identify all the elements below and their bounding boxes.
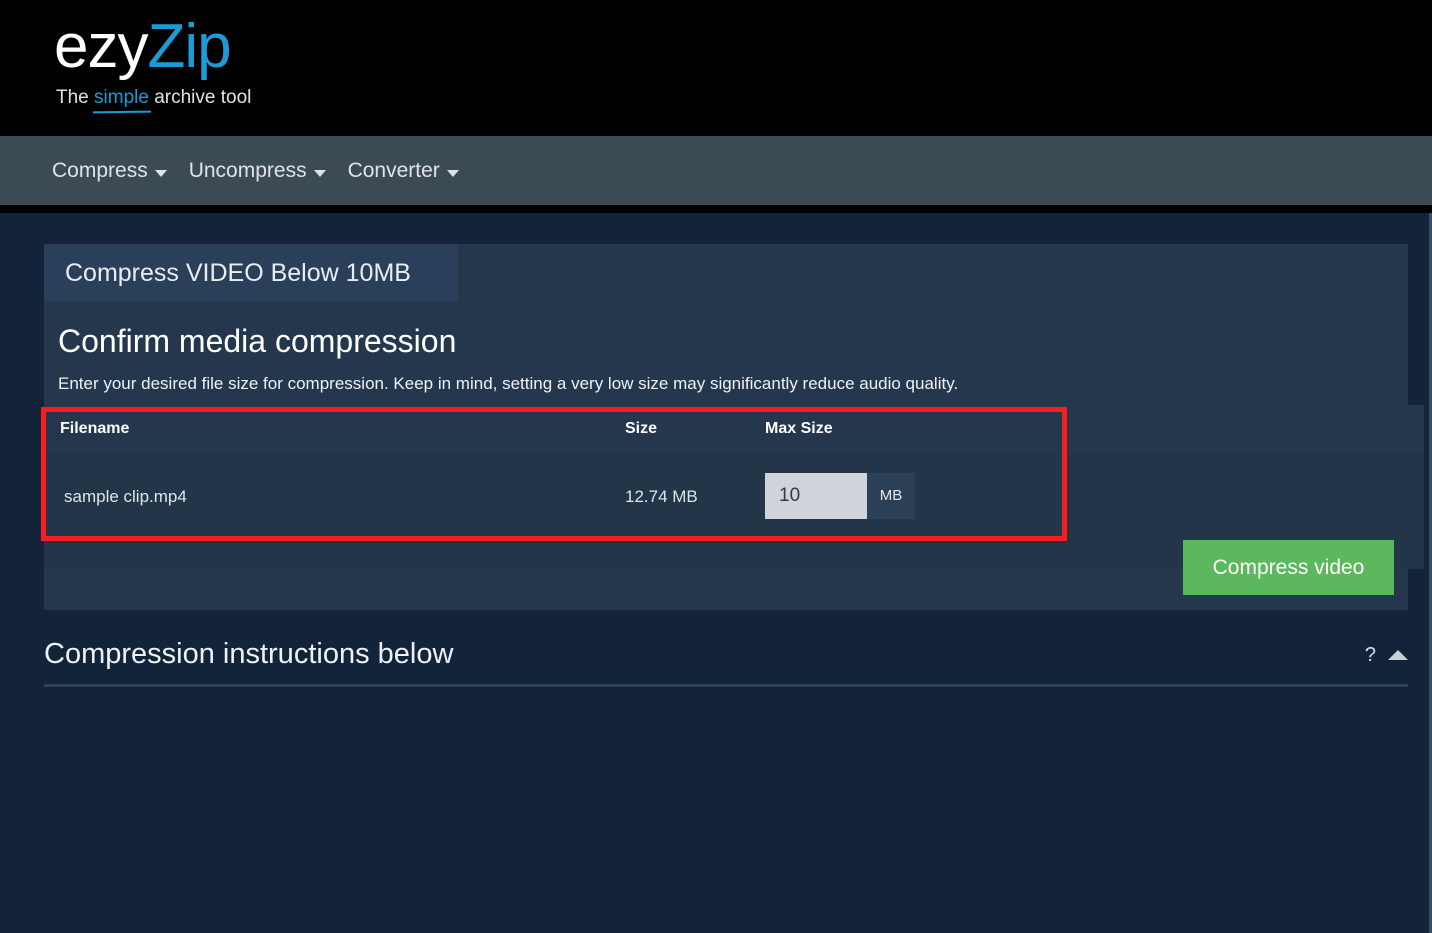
tagline-after: archive tool: [149, 87, 251, 108]
instructions-section: Compression instructions below ?: [44, 636, 1408, 672]
tagline-before: The: [56, 87, 94, 108]
column-header-size: Size: [625, 405, 765, 453]
panel-description: Enter your desired file size for compres…: [58, 373, 1408, 395]
max-size-unit-label: MB: [867, 473, 915, 519]
site-logo[interactable]: ezyZip: [54, 12, 231, 82]
table-row: sample clip.mp4 12.74 MB MB: [44, 453, 1424, 541]
column-header-max-size: Max Size: [765, 405, 1075, 453]
cell-max-size: MB: [765, 453, 1075, 541]
file-table-head: Filename Size Max Size: [44, 405, 1424, 453]
cell-filename: sample clip.mp4: [44, 453, 625, 541]
masthead: ezyZip The simple archive tool: [0, 0, 1432, 136]
caret-up-icon[interactable]: [1388, 650, 1408, 660]
tagline-link[interactable]: simple: [94, 87, 149, 108]
nav-item-compress[interactable]: Compress: [52, 159, 167, 183]
main-navbar: Compress Uncompress Converter: [0, 136, 1432, 205]
compression-panel: Compress VIDEO Below 10MB Confirm media …: [44, 244, 1408, 610]
help-icon[interactable]: ?: [1365, 645, 1376, 665]
panel-tab[interactable]: Compress VIDEO Below 10MB: [44, 244, 458, 301]
compress-video-button[interactable]: Compress video: [1183, 540, 1394, 595]
nav-item-label: Compress: [52, 159, 148, 183]
page-title: Confirm media compression: [58, 322, 1408, 360]
nav-item-label: Converter: [348, 159, 440, 183]
logo-text-primary: ezy: [54, 12, 147, 81]
table-header-row: Filename Size Max Size: [44, 405, 1424, 453]
nav-item-uncompress[interactable]: Uncompress: [189, 159, 326, 183]
cell-spacer: [1075, 453, 1424, 541]
section-divider: [44, 684, 1408, 687]
panel-actions: Compress video: [44, 540, 1408, 610]
max-size-input-group: MB: [765, 473, 915, 519]
column-header-filename: Filename: [44, 405, 625, 453]
panel-tab-label: Compress VIDEO Below 10MB: [44, 258, 411, 288]
instructions-title: Compression instructions below: [44, 636, 1408, 672]
site-tagline: The simple archive tool: [56, 86, 251, 110]
page-root: ezyZip The simple archive tool Compress …: [0, 0, 1432, 933]
column-header-spacer: [1075, 405, 1424, 453]
panel-body: Confirm media compression Enter your des…: [44, 301, 1408, 395]
chevron-down-icon: [314, 170, 326, 177]
navbar-items: Compress Uncompress Converter: [52, 136, 459, 205]
nav-item-converter[interactable]: Converter: [348, 159, 459, 183]
chevron-down-icon: [447, 170, 459, 177]
navbar-separator: [0, 205, 1432, 213]
instructions-controls: ?: [1365, 645, 1408, 665]
nav-item-label: Uncompress: [189, 159, 307, 183]
chevron-down-icon: [155, 170, 167, 177]
max-size-input[interactable]: [765, 473, 867, 519]
cell-size: 12.74 MB: [625, 453, 765, 541]
logo-text-secondary: Zip: [147, 12, 230, 81]
